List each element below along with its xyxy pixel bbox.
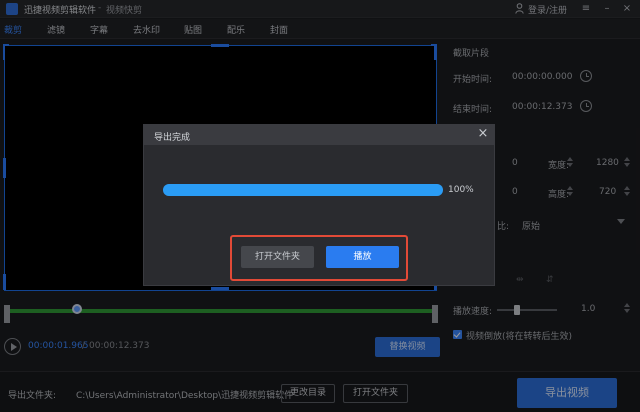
close-icon[interactable]: × (477, 127, 489, 140)
export-progress-bar (163, 184, 443, 196)
play-button[interactable]: 播放 (326, 246, 399, 268)
dialog-title: 导出完成 (154, 133, 191, 143)
dialog-header: 导出完成 × (144, 125, 494, 145)
export-progress-fill (163, 184, 443, 196)
export-complete-dialog: 导出完成 × 100% 打开文件夹 播放 (143, 124, 495, 286)
progress-percent: 100% (448, 185, 474, 195)
open-folder-dialog-button[interactable]: 打开文件夹 (241, 246, 314, 268)
